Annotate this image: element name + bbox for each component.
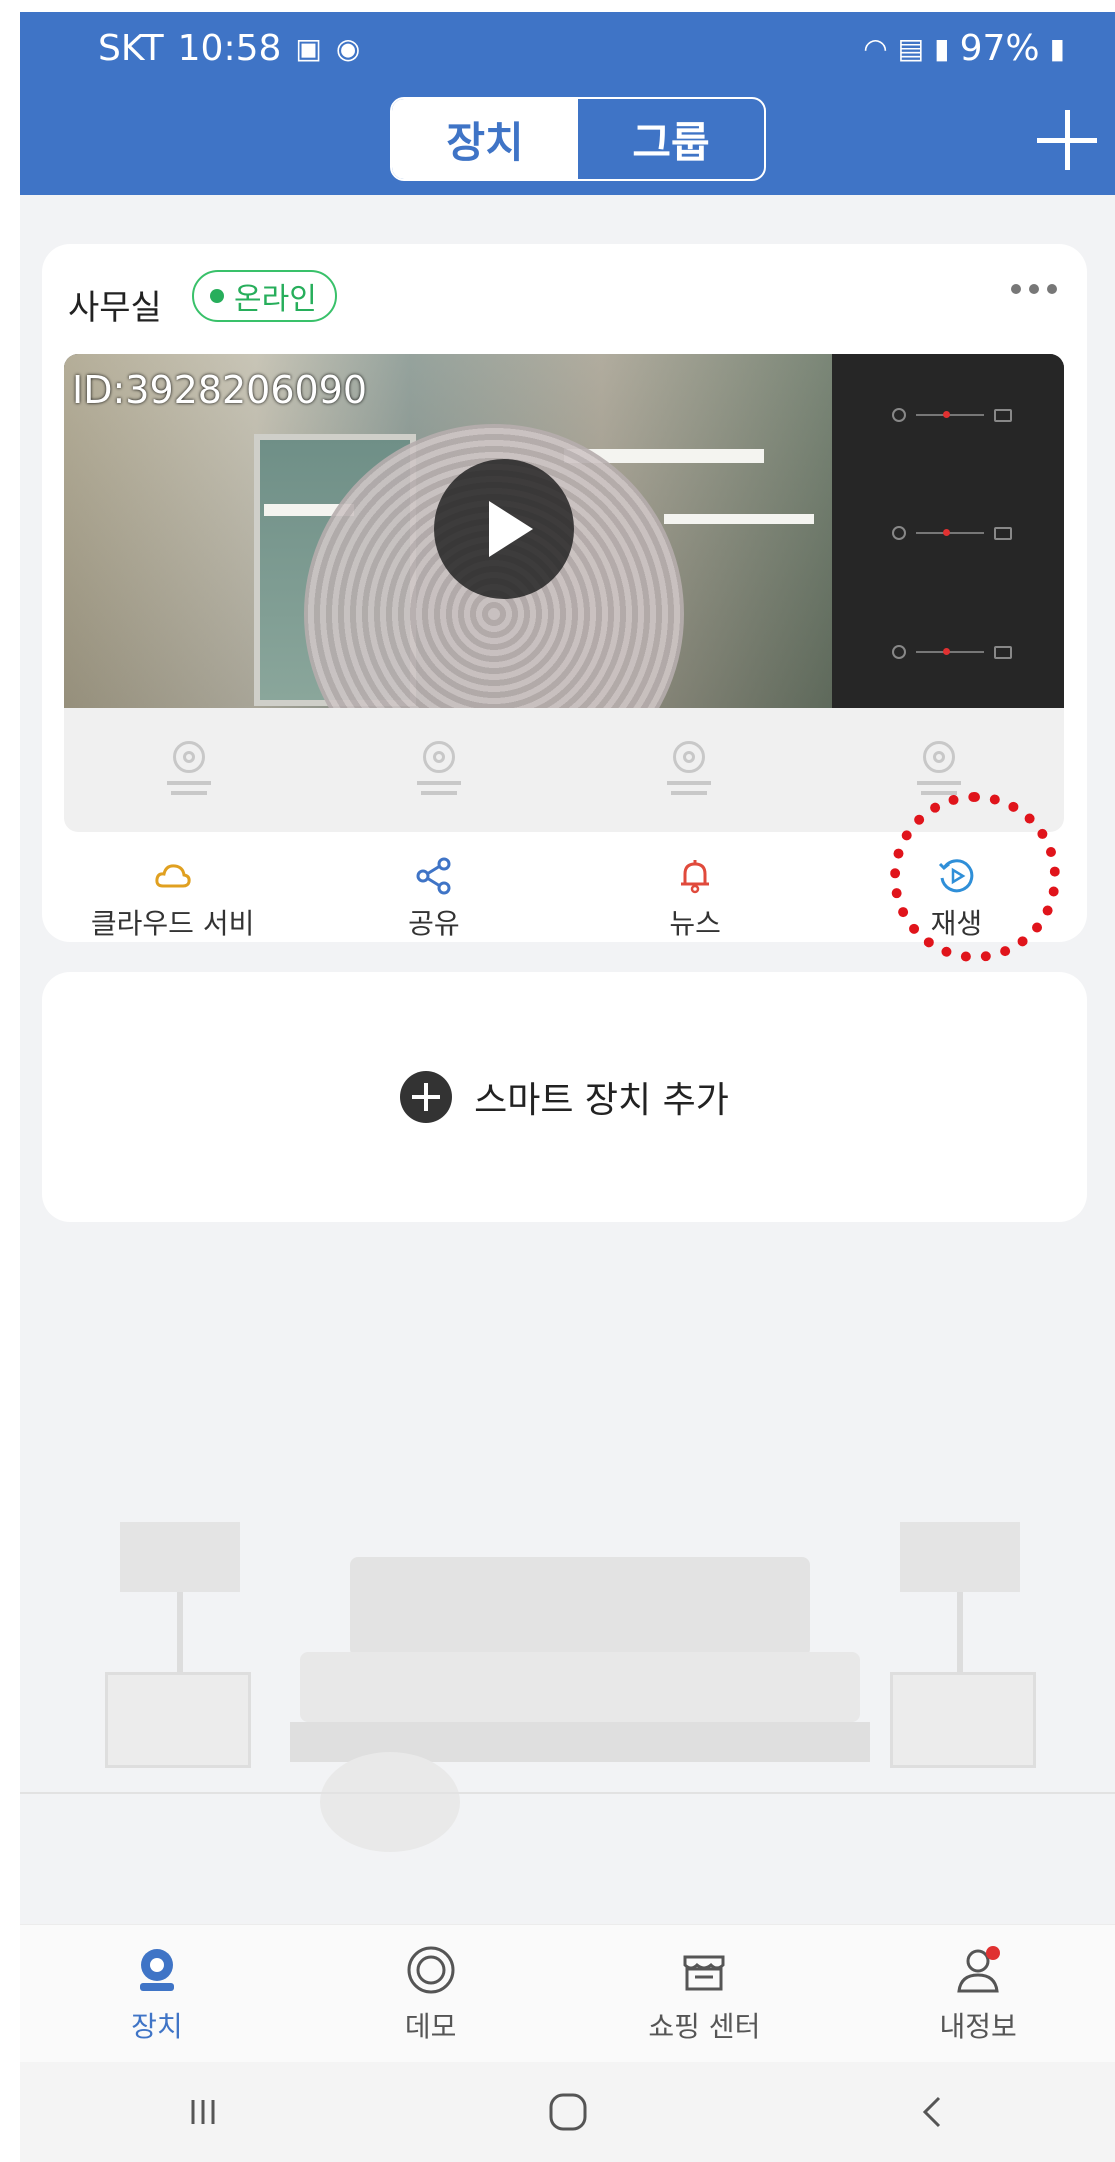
system-nav-bar bbox=[20, 2062, 1115, 2162]
add-device-row: 스마트 장치 추가 bbox=[42, 972, 1087, 1222]
nav-shop-label: 쇼핑 센터 bbox=[648, 2010, 761, 2043]
device-icon bbox=[139, 1949, 174, 1991]
vase bbox=[320, 1752, 460, 1852]
background-illustration bbox=[20, 1232, 1115, 1932]
annotation-highlight-circle bbox=[890, 792, 1060, 962]
channel-row bbox=[892, 645, 1012, 659]
camera-channel-list bbox=[832, 354, 1064, 708]
nav-profile[interactable]: 내정보 bbox=[841, 1925, 1115, 2063]
nav-device[interactable]: 장치 bbox=[20, 1925, 294, 2063]
news-label: 뉴스 bbox=[669, 907, 721, 940]
video-id-label: ID:3928206090 bbox=[72, 368, 368, 412]
plus-icon[interactable] bbox=[1027, 100, 1107, 180]
status-bar-left: SKT 10:58 ▣ ◉ bbox=[98, 28, 360, 69]
share-label: 공유 bbox=[408, 907, 460, 940]
channel-row bbox=[892, 526, 1012, 540]
cloud-icon bbox=[155, 864, 191, 888]
tab-device[interactable]: 장치 bbox=[392, 99, 578, 179]
tab-group[interactable]: 그룹 bbox=[578, 99, 764, 179]
status-text: 온라인 bbox=[234, 282, 317, 317]
share-button[interactable]: 공유 bbox=[303, 842, 564, 942]
add-device-card[interactable]: 스마트 장치 추가 bbox=[42, 972, 1087, 1222]
bottom-nav: 장치 데모 쇼핑 센터 내정보 bbox=[20, 1924, 1115, 2063]
more-dots-icon[interactable] bbox=[1011, 284, 1057, 294]
camera-slots bbox=[64, 708, 1064, 832]
home-icon[interactable] bbox=[538, 2082, 598, 2142]
app-screen: SKT 10:58 ▣ ◉ ◠ ▤ ▮ 97% ▮ 장치 그룹 사무실 온라인 bbox=[20, 12, 1115, 2162]
nav-demo-label: 데모 bbox=[404, 2010, 457, 2043]
camera-icon bbox=[659, 735, 719, 805]
sofa-seat bbox=[300, 1652, 860, 1722]
device-group-toggle: 장치 그룹 bbox=[390, 97, 766, 181]
table-right bbox=[890, 1672, 1036, 1768]
demo-icon bbox=[407, 1946, 455, 1994]
nav-device-label: 장치 bbox=[131, 2010, 183, 2043]
channel-row bbox=[892, 408, 1012, 422]
lamp-left-shade bbox=[120, 1522, 240, 1592]
time-label: 10:58 bbox=[177, 28, 282, 69]
sofa-back bbox=[350, 1557, 810, 1657]
wifi-icon: ◠ bbox=[863, 32, 888, 65]
battery-label: 97% bbox=[959, 28, 1040, 69]
camera-slot[interactable] bbox=[314, 708, 564, 832]
table-left bbox=[105, 1672, 251, 1768]
nav-profile-label: 내정보 bbox=[939, 2010, 1017, 2043]
news-button[interactable]: 뉴스 bbox=[565, 842, 826, 942]
gallery-icon: ▣ bbox=[295, 32, 322, 65]
cloud-service-label: 클라우드 서비 bbox=[90, 907, 255, 940]
online-dot-icon bbox=[210, 289, 224, 303]
recent-apps-icon[interactable] bbox=[173, 2082, 233, 2142]
lamp-right-shade bbox=[900, 1522, 1020, 1592]
bell-icon bbox=[681, 860, 710, 894]
device-name: 사무실 bbox=[68, 288, 162, 328]
camera-slot[interactable] bbox=[64, 708, 314, 832]
camera-icon bbox=[409, 735, 469, 805]
add-device-label: 스마트 장치 추가 bbox=[474, 1080, 729, 1121]
status-bar-right: ◠ ▤ ▮ 97% ▮ bbox=[863, 28, 1065, 69]
nav-demo[interactable]: 데모 bbox=[294, 1925, 568, 2063]
camera-icon bbox=[159, 735, 219, 805]
battery-icon: ▮ bbox=[1049, 32, 1065, 65]
share-icon bbox=[416, 857, 451, 895]
camera-slot[interactable] bbox=[564, 708, 814, 832]
play-icon[interactable] bbox=[434, 459, 574, 599]
camera-app-icon: ◉ bbox=[335, 32, 361, 65]
profile-icon bbox=[957, 1946, 1001, 1993]
status-badge: 온라인 bbox=[192, 270, 337, 322]
app-header: SKT 10:58 ▣ ◉ ◠ ▤ ▮ 97% ▮ 장치 그룹 bbox=[20, 12, 1115, 195]
ceiling-light bbox=[664, 514, 814, 524]
signal-icon: ▮ bbox=[934, 32, 950, 65]
video-preview[interactable]: ID:3928206090 bbox=[64, 354, 1064, 708]
add-circle-icon bbox=[400, 1071, 453, 1123]
nav-shop[interactable]: 쇼핑 센터 bbox=[568, 1925, 842, 2063]
hd-voice-icon: ▤ bbox=[897, 32, 925, 65]
back-icon[interactable] bbox=[903, 2082, 963, 2142]
floor-line bbox=[20, 1792, 1115, 1794]
carrier-label: SKT bbox=[98, 28, 164, 69]
shop-icon bbox=[683, 1955, 725, 1991]
cloud-service-button[interactable]: 클라우드 서비 bbox=[42, 842, 303, 942]
